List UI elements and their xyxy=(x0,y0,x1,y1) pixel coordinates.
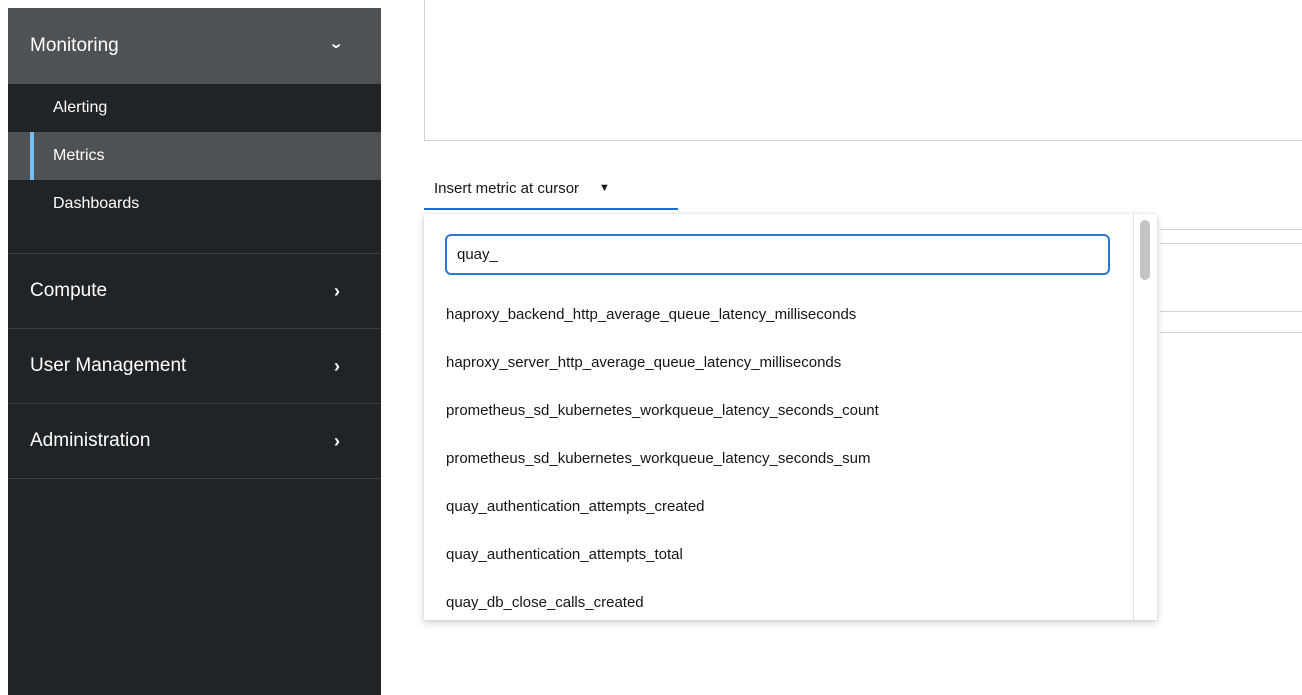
chevron-down-icon: › xyxy=(327,43,347,49)
menu-scrollbar[interactable] xyxy=(1133,214,1157,620)
nav-group-label: User Management xyxy=(30,355,187,376)
monitoring-subnav: Alerting Metrics Dashboards xyxy=(8,84,381,253)
sidebar-item-alerting[interactable]: Alerting xyxy=(8,84,381,132)
nav-group-user-management[interactable]: User Management › xyxy=(8,329,381,403)
metric-search-input[interactable] xyxy=(445,234,1110,275)
nav-section-compute: Compute › xyxy=(8,254,381,329)
metric-dropdown-menu: haproxy_backend_http_average_queue_laten… xyxy=(424,214,1157,620)
query-expression-editor[interactable] xyxy=(424,0,1302,141)
nav-group-label: Administration xyxy=(30,430,151,451)
metric-option[interactable]: quay_authentication_attempts_total xyxy=(424,530,1132,578)
nav-group-compute[interactable]: Compute › xyxy=(8,254,381,328)
nav-group-monitoring[interactable]: Monitoring › xyxy=(8,8,381,84)
divider xyxy=(1160,332,1302,333)
main-content: Insert metric at cursor ▼ haproxy_backen… xyxy=(381,0,1302,695)
nav-section-administration: Administration › xyxy=(8,404,381,479)
nav-group-label: Monitoring xyxy=(30,35,119,56)
sidebar-item-label: Dashboards xyxy=(53,195,140,212)
metric-option[interactable]: quay_authentication_attempts_created xyxy=(424,482,1132,530)
chevron-right-icon: › xyxy=(334,431,340,451)
caret-down-icon: ▼ xyxy=(599,182,610,194)
metric-option[interactable]: quay_db_close_calls_created xyxy=(424,578,1132,620)
nav-section-monitoring: Monitoring › Alerting Metrics Dashboards xyxy=(8,8,381,254)
sidebar: Monitoring › Alerting Metrics Dashboards… xyxy=(8,8,381,695)
sidebar-item-dashboards[interactable]: Dashboards xyxy=(8,180,381,228)
sidebar-item-label: Alerting xyxy=(53,99,108,116)
chevron-right-icon: › xyxy=(334,356,340,376)
sidebar-item-metrics[interactable]: Metrics xyxy=(8,132,381,180)
scrollbar-thumb[interactable] xyxy=(1140,220,1150,280)
divider xyxy=(1160,243,1302,244)
metric-option[interactable]: prometheus_sd_kubernetes_workqueue_laten… xyxy=(424,386,1132,434)
nav-section-user-management: User Management › xyxy=(8,329,381,404)
insert-metric-label: Insert metric at cursor xyxy=(434,179,580,197)
sidebar-item-label: Metrics xyxy=(53,147,105,164)
nav-group-label: Compute xyxy=(30,280,108,301)
chevron-right-icon: › xyxy=(334,281,340,301)
insert-metric-dropdown-toggle[interactable]: Insert metric at cursor ▼ xyxy=(424,168,678,210)
divider xyxy=(1160,229,1302,230)
metric-option[interactable]: prometheus_sd_kubernetes_workqueue_laten… xyxy=(424,434,1132,482)
divider xyxy=(1160,311,1302,312)
metric-list: haproxy_backend_http_average_queue_laten… xyxy=(424,290,1132,620)
nav-group-administration[interactable]: Administration › xyxy=(8,404,381,478)
metric-option[interactable]: haproxy_backend_http_average_queue_laten… xyxy=(424,290,1132,338)
metric-option[interactable]: haproxy_server_http_average_queue_latenc… xyxy=(424,338,1132,386)
